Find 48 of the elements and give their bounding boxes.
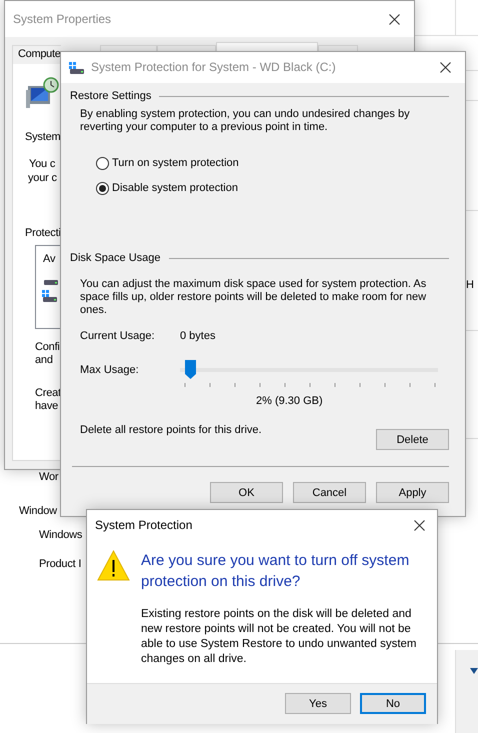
tab[interactable]: Compute [12, 45, 61, 64]
radio-option[interactable]: Turn on system protection [96, 156, 239, 170]
label-text: Av [43, 253, 56, 266]
description-text: You can adjust the maximum disk space used for system protection. As space fills up, older restore points will be deleted to make room for new ones. [80, 278, 428, 317]
warning-icon [97, 550, 130, 581]
dialog-button[interactable]: Apply [376, 482, 449, 503]
dialog-button[interactable]: Yes [285, 693, 351, 714]
section-heading: Restore Settings [70, 90, 152, 103]
label-text: Creat [35, 387, 61, 400]
slider-thumb[interactable] [184, 360, 196, 379]
close-icon[interactable] [388, 14, 400, 24]
label-text: Window [19, 505, 57, 518]
computer-icon [26, 76, 60, 110]
message-text: Existing restore points on the disk will be deleted and new restore points will not be created. You will not be able to use System Restore to undo unwanted system changes on all drive. [141, 607, 418, 667]
window-title: System Protection [95, 519, 192, 532]
delete-button[interactable]: Delete [376, 429, 449, 450]
label-text: H [466, 279, 474, 292]
description-text: By enabling system protection, you can undo undesired changes by reverting your computer to a previous point in time. [80, 108, 411, 134]
drive-icon [69, 62, 85, 74]
question-text: Are you sure you want to turn off system protection on this drive? [141, 551, 410, 592]
label-text: Wor [39, 471, 58, 484]
dialog-button[interactable]: OK [210, 482, 283, 503]
caret-icon [470, 668, 478, 674]
label-text: You c [29, 158, 56, 171]
drive-icon [44, 280, 58, 285]
description-text: Delete all restore points for this drive. [80, 424, 262, 437]
section-heading: Disk Space Usage [70, 252, 160, 265]
label-text: System [25, 131, 60, 144]
label-text: Max Usage: [80, 364, 140, 376]
reading-text: 2% (9.30 GB) [256, 395, 323, 408]
label-text: Product I [39, 558, 82, 571]
dialog-button[interactable]: Cancel [293, 482, 366, 503]
label-text: Confi [35, 341, 60, 354]
label-text: Windows [39, 529, 82, 542]
label-text: and [35, 354, 53, 367]
label-text: Protecti [25, 227, 61, 240]
value-text: 0 bytes [180, 330, 216, 343]
window-title: System Protection for System - WD Black (C:) [91, 61, 336, 74]
tab[interactable] [216, 42, 318, 52]
label-text: Current Usage: [80, 330, 156, 343]
dialog-button[interactable]: No [360, 693, 426, 714]
radio-option[interactable]: Disable system protection [96, 181, 238, 195]
close-icon[interactable] [414, 520, 424, 531]
drive-icon [42, 290, 58, 302]
window-title: System Properties [13, 12, 112, 26]
close-icon[interactable] [440, 62, 450, 73]
label-text: your c [28, 172, 57, 185]
label-text: have [35, 400, 58, 413]
